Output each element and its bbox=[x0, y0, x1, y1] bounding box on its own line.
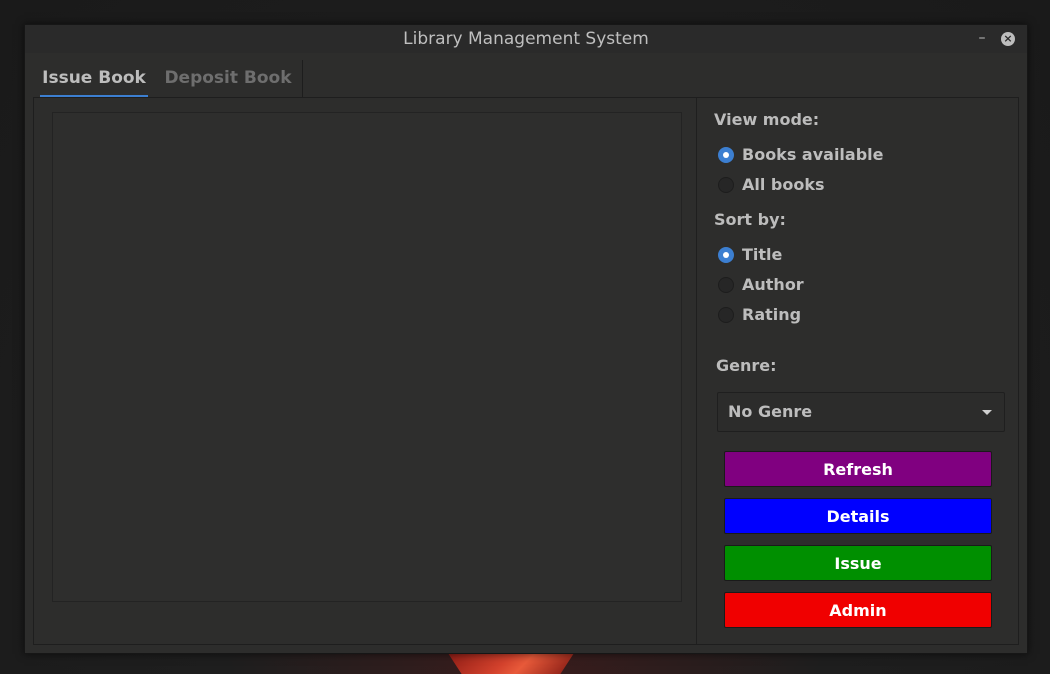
genre-select[interactable]: No Genre bbox=[717, 392, 1005, 432]
radio-unchecked-icon bbox=[718, 307, 734, 323]
refresh-button[interactable]: Refresh bbox=[724, 451, 992, 487]
radio-checked-icon bbox=[718, 147, 734, 163]
book-list[interactable] bbox=[52, 112, 682, 602]
radio-checked-icon bbox=[718, 247, 734, 263]
chevron-down-icon[interactable] bbox=[982, 410, 992, 415]
sort-by-label: Sort by: bbox=[714, 210, 786, 229]
window-title: Library Management System bbox=[403, 29, 649, 49]
tab-label: Issue Book bbox=[42, 68, 146, 88]
tab-bar: Issue Book Deposit Book bbox=[34, 60, 303, 98]
radio-unchecked-icon bbox=[718, 177, 734, 193]
view-mode-label: View mode: bbox=[714, 110, 820, 129]
panel-divider bbox=[696, 98, 697, 644]
radio-unchecked-icon bbox=[718, 277, 734, 293]
tab-label: Deposit Book bbox=[164, 68, 292, 88]
tab-issue-book[interactable]: Issue Book bbox=[40, 60, 148, 98]
tab-deposit-book[interactable]: Deposit Book bbox=[158, 60, 298, 98]
issue-button[interactable]: Issue bbox=[724, 545, 992, 581]
radio-label: Books available bbox=[742, 145, 884, 164]
title-bar[interactable]: Library Management System – × bbox=[25, 25, 1027, 53]
minimize-icon[interactable]: – bbox=[975, 29, 989, 47]
radio-label: Title bbox=[742, 245, 783, 264]
genre-selected-value: No Genre bbox=[728, 402, 813, 421]
app-window: Library Management System – × Issue Book… bbox=[24, 24, 1028, 654]
issue-book-panel: View mode: Books available All books Sor… bbox=[33, 97, 1019, 645]
radio-label: All books bbox=[742, 175, 825, 194]
genre-label: Genre: bbox=[716, 356, 777, 375]
details-button[interactable]: Details bbox=[724, 498, 992, 534]
close-icon[interactable]: × bbox=[1001, 32, 1015, 46]
radio-label: Author bbox=[742, 275, 804, 294]
admin-button[interactable]: Admin bbox=[724, 592, 992, 628]
radio-label: Rating bbox=[742, 305, 802, 324]
